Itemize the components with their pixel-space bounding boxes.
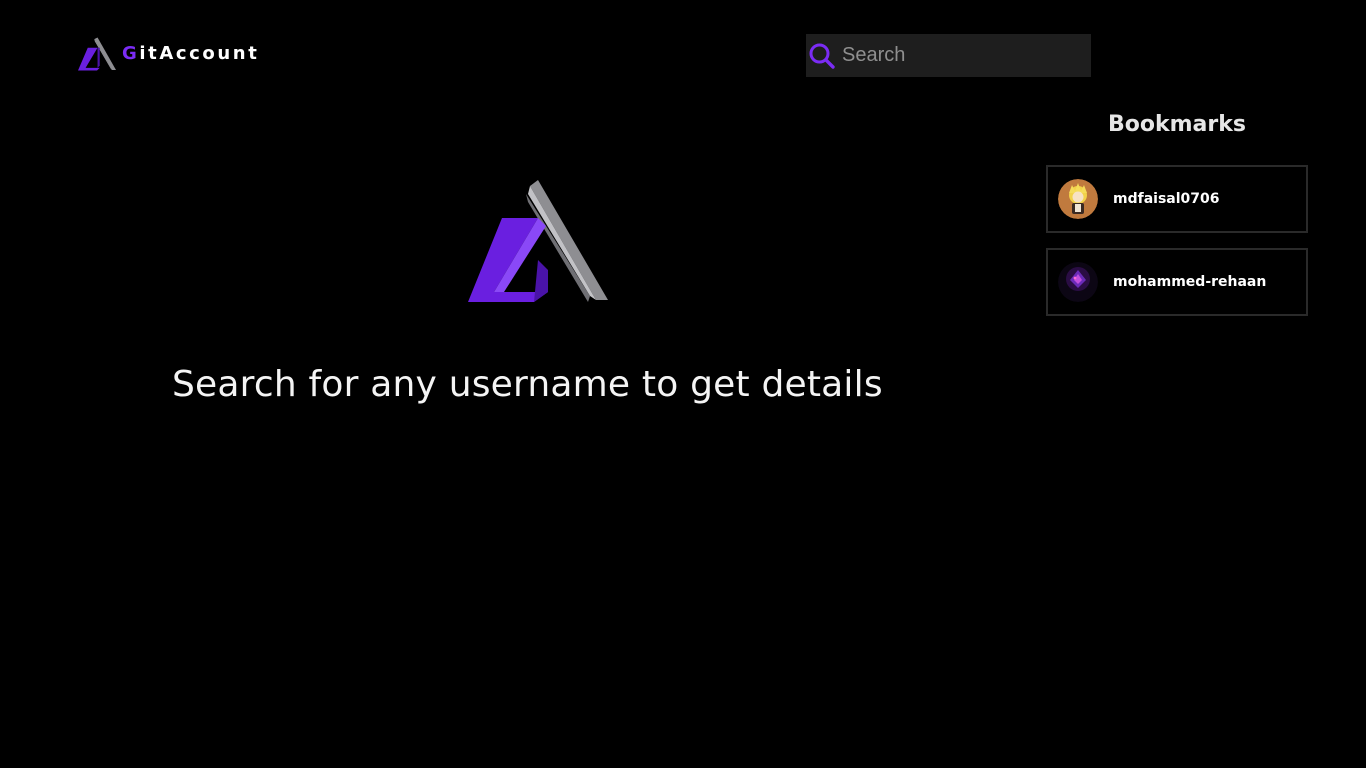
brand-name-accent: G bbox=[122, 43, 140, 64]
search-prompt: Search for any username to get details bbox=[172, 364, 883, 405]
bookmark-username: mohammed-rehaan bbox=[1113, 274, 1267, 290]
search-icon[interactable] bbox=[808, 34, 836, 77]
bookmark-item[interactable]: mdfaisal0706 bbox=[1046, 165, 1308, 233]
bookmarks-title: Bookmarks bbox=[1108, 112, 1246, 137]
avatar bbox=[1058, 179, 1098, 219]
search-bar bbox=[806, 34, 1107, 77]
brand-link[interactable]: GitAccount bbox=[78, 36, 259, 72]
avatar bbox=[1058, 262, 1098, 302]
page: GitAccount Search for any username to ge… bbox=[0, 0, 1366, 768]
bookmark-item[interactable]: mohammed-rehaan bbox=[1046, 248, 1308, 316]
hero-logo-icon bbox=[468, 180, 608, 302]
gitaccount-logo-icon bbox=[78, 37, 116, 71]
brand-name-rest: itAccount bbox=[139, 43, 260, 64]
bookmark-username: mdfaisal0706 bbox=[1113, 191, 1220, 207]
bookmark-list: mdfaisal0706 mohammed-rehaan bbox=[1046, 165, 1308, 331]
search-input[interactable] bbox=[836, 34, 1107, 77]
brand-name: GitAccount bbox=[122, 36, 259, 72]
